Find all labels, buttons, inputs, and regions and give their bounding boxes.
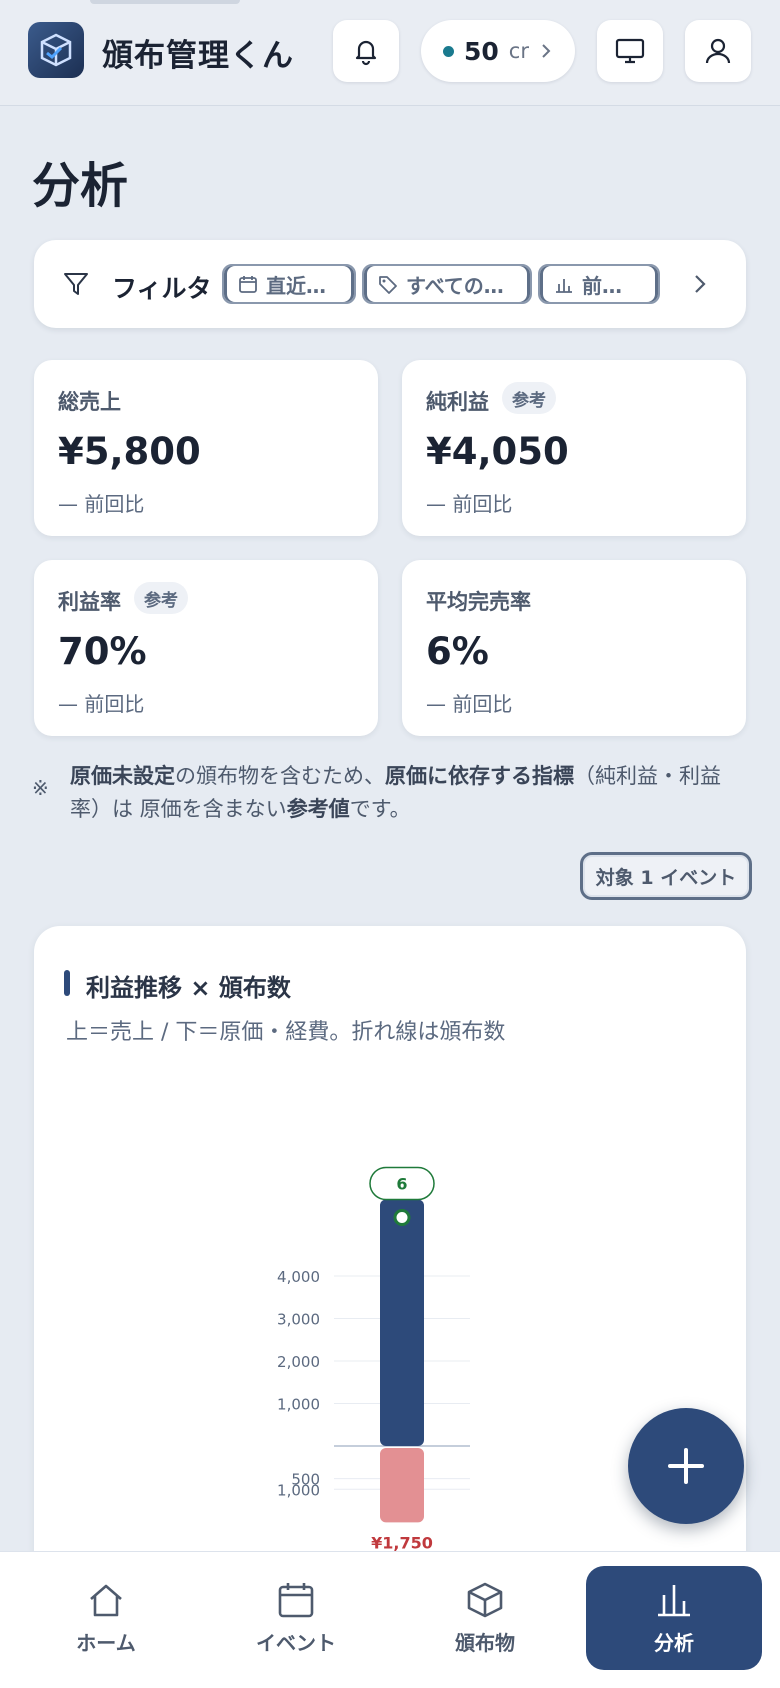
kpi-label: 平均完売率 [426,590,531,614]
filter-bar: フィルタ 直近… すべての… 前… [34,240,746,328]
nav-items[interactable]: 頒布物 [397,1566,573,1670]
filter-chip-category-label: すべての… [406,273,504,298]
credit-unit: cr [508,39,529,63]
kpi-value: ¥4,050 [426,430,569,473]
cost-bar-label: ¥1,750 [371,1533,433,1552]
count-line-point [393,1209,411,1226]
kpi-card-total-sales: 総売上 ¥5,800 — 前回比 [34,360,378,536]
bell-icon [355,40,377,66]
reference-badge: 参考 [502,382,556,414]
monitor-icon [615,38,645,64]
notifications-button[interactable] [333,20,399,82]
filter-chip-period-label: 直近… [266,273,326,298]
user-icon [705,38,731,64]
kpi-card-profit-rate: 利益率 参考 70% — 前回比 [34,560,378,736]
analytics-icon [658,1584,690,1616]
nav-items-label: 頒布物 [455,1630,515,1655]
nav-events-label: イベント [256,1630,336,1655]
filter-chip-compare[interactable]: 前… [538,264,660,304]
note-mark: ※ [32,776,49,800]
nav-home-label: ホーム [76,1630,136,1655]
filter-icon [64,273,88,295]
add-button[interactable] [628,1408,744,1524]
nav-analytics-label: 分析 [654,1630,694,1655]
y-tick-label: 3,000 [277,1311,320,1329]
kpi-compare: — 前回比 [58,492,145,516]
credit-balance-button[interactable]: 50 cr [421,20,575,82]
app-title: 頒布管理くん [102,38,294,74]
cost-bar [380,1448,424,1523]
y-tick-label: 1,000 [277,1481,320,1499]
kpi-label: 総売上 [58,390,121,414]
page-title: 分析 [32,158,129,214]
tag-icon [379,276,397,294]
sales-bar [380,1199,424,1446]
nav-analytics[interactable]: 分析 [586,1566,762,1670]
credit-value: 50 [464,36,499,66]
kpi-card-sellout-rate: 平均完売率 6% — 前回比 [402,560,746,736]
chart-icon [556,279,572,293]
account-button[interactable] [685,20,751,82]
kpi-label: 純利益 [426,390,489,414]
kpi-compare: — 前回比 [58,692,145,716]
reference-note: ※ 原価未設定の頒布物を含むため、原価に依存する指標（純利益・利益率）は 原価を… [32,760,752,826]
app-header: 頒布管理くん 50 cr [0,0,780,106]
kpi-card-net-profit: 純利益 参考 ¥4,050 — 前回比 [402,360,746,536]
nav-home[interactable]: ホーム [18,1566,194,1670]
kpi-compare: — 前回比 [426,692,513,716]
y-tick-label: 2,000 [277,1353,320,1371]
kpi-value: 6% [426,630,489,673]
bottom-navigation: ホーム イベント 頒布物 分析 [0,1551,780,1688]
scroll-right-icon[interactable] [688,270,712,298]
plus-icon [668,1448,704,1484]
app-logo[interactable] [28,22,84,78]
chevron-right-icon [542,44,551,58]
display-button[interactable] [597,20,663,82]
box-icon [467,1582,503,1617]
top-indicator [90,0,240,4]
credit-status-dot [443,45,454,57]
note-text: 原価未設定の頒布物を含むため、原価に依存する指標（純利益・利益率）は 原価を含ま… [70,764,721,821]
kpi-label: 利益率 [58,590,121,614]
count-label: 6 [396,1175,407,1194]
kpi-value: ¥5,800 [58,430,201,473]
nav-events[interactable]: イベント [208,1566,384,1670]
y-tick-label: 4,000 [277,1268,320,1286]
kpi-value: 70% [58,630,147,673]
kpi-compare: — 前回比 [426,492,513,516]
y-tick-label: 1,000 [277,1396,320,1414]
reference-badge: 参考 [134,582,188,614]
filter-label: フィルタ [112,274,212,303]
filter-chip-category[interactable]: すべての… [362,264,532,304]
filter-chip-compare-label: 前… [582,273,622,298]
box-logo-icon [40,33,72,67]
target-events-button[interactable]: 対象 1 イベント [580,852,752,900]
calendar-icon [239,276,257,293]
home-icon [90,1584,122,1616]
calendar-icon [278,1582,314,1617]
filter-chip-period[interactable]: 直近… [222,264,356,304]
